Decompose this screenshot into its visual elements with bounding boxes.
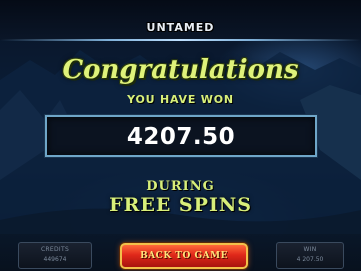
credits-panel: CREDITS 449674 [18,242,92,269]
win-amount-box: 4207.50 [45,115,317,157]
free-spins-label: FREE SPINS [109,194,252,216]
win-panel: WIN 4 207.50 [276,242,344,269]
during-label: DURING [146,179,215,194]
congratulations-heading: Congratulations [62,55,299,85]
game-logo: UNTAMED [146,21,215,34]
credits-value: 449674 [43,256,67,263]
you-have-won-label: YOU HAVE WON [127,93,234,106]
win-label: WIN [303,246,317,253]
back-to-game-button[interactable]: BACK TO GAME [120,243,248,269]
win-amount: 4207.50 [126,124,236,150]
back-to-game-label: BACK TO GAME [140,251,228,261]
top-bar-divider [0,39,361,41]
credits-label: CREDITS [40,246,70,253]
top-bar [0,0,361,40]
win-value: 4 207.50 [296,256,324,263]
